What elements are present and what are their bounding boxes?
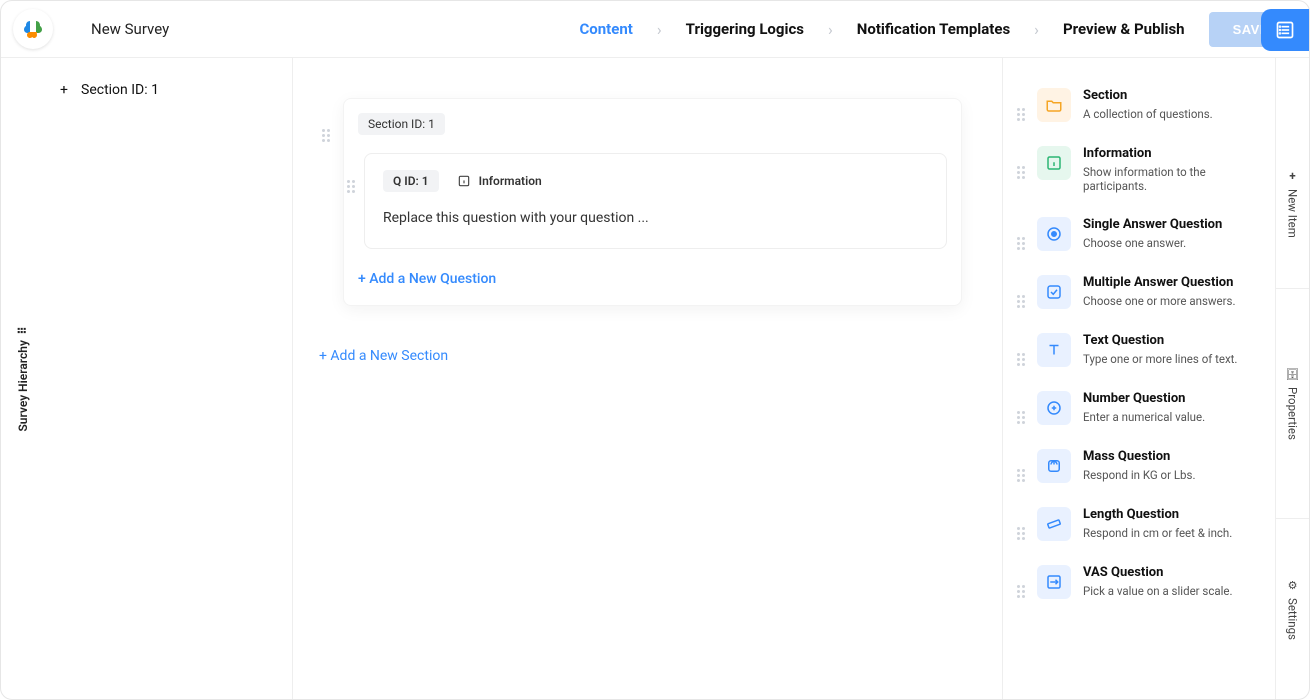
chevron-right-icon: › <box>828 20 833 39</box>
item-name: Mass Question <box>1083 449 1195 464</box>
item-desc: Show information to the participants. <box>1083 165 1263 193</box>
item-name: Section <box>1083 88 1213 103</box>
item-name: Multiple Answer Question <box>1083 275 1236 290</box>
item-name: Information <box>1083 146 1263 161</box>
item-single-answer[interactable]: Single Answer Question Choose one answer… <box>1013 205 1267 263</box>
question-type-label: Information <box>479 174 542 188</box>
hierarchy-rail-text: Survey Hierarchy <box>16 340 30 431</box>
information-icon <box>457 174 471 188</box>
section-id-pill: Section ID: 1 <box>358 113 445 135</box>
slider-icon <box>1037 565 1071 599</box>
items-panel: Section A collection of questions. Infor… <box>1003 58 1275 699</box>
item-desc: Type one or more lines of text. <box>1083 352 1237 366</box>
item-name: VAS Question <box>1083 565 1233 580</box>
item-desc: Choose one or more answers. <box>1083 294 1236 308</box>
item-name: Length Question <box>1083 507 1232 522</box>
tab-settings[interactable]: ⚙ Settings <box>1276 518 1309 699</box>
item-length-question[interactable]: Length Question Respond in cm or feet & … <box>1013 495 1267 553</box>
chevron-right-icon: › <box>657 20 662 39</box>
number-icon <box>1037 391 1071 425</box>
top-bar: New Survey Content › Triggering Logics ›… <box>1 1 1309 58</box>
item-desc: Choose one answer. <box>1083 236 1222 250</box>
folder-icon <box>1037 88 1071 122</box>
item-information[interactable]: Information Show information to the part… <box>1013 134 1267 205</box>
crumb-content[interactable]: Content <box>579 20 632 38</box>
item-vas-question[interactable]: VAS Question Pick a value on a slider sc… <box>1013 553 1267 611</box>
question-type: Information <box>457 174 542 188</box>
tab-label: Settings <box>1286 598 1300 640</box>
add-question-button[interactable]: + Add a New Question <box>358 271 496 287</box>
drag-handle-icon[interactable] <box>1017 154 1025 179</box>
tab-label: Properties <box>1286 387 1300 440</box>
brain-icon <box>21 17 45 41</box>
crumb-preview-publish[interactable]: Preview & Publish <box>1063 20 1185 38</box>
drag-handle-icon[interactable] <box>1017 515 1025 540</box>
breadcrumbs: Content › Triggering Logics › Notificati… <box>579 12 1309 47</box>
item-desc: Respond in KG or Lbs. <box>1083 468 1195 482</box>
hierarchy-row-label: Section ID: 1 <box>81 82 159 98</box>
item-multiple-answer[interactable]: Multiple Answer Question Choose one or m… <box>1013 263 1267 321</box>
tab-properties[interactable]: 🗄 Properties <box>1276 288 1309 518</box>
checklist-tab-button[interactable] <box>1261 9 1309 51</box>
plus-icon: + <box>1289 169 1295 183</box>
item-desc: Respond in cm or feet & inch. <box>1083 526 1232 540</box>
drag-handle-icon[interactable] <box>1017 96 1025 121</box>
item-name: Number Question <box>1083 391 1205 406</box>
item-name: Text Question <box>1083 333 1237 348</box>
drag-handle-icon[interactable] <box>1017 225 1025 250</box>
survey-title: New Survey <box>91 20 169 38</box>
radio-icon <box>1037 217 1071 251</box>
item-desc: A collection of questions. <box>1083 107 1213 121</box>
crumb-triggering-logics[interactable]: Triggering Logics <box>686 20 804 38</box>
question-id-pill: Q ID: 1 <box>383 170 439 192</box>
section-drag-handle[interactable] <box>322 117 330 142</box>
add-section-button[interactable]: + Add a New Section <box>319 348 448 364</box>
drag-handle-icon[interactable] <box>1017 573 1025 598</box>
ruler-icon <box>1037 507 1071 541</box>
canvas: Section ID: 1 Q ID: 1 In <box>293 58 1003 699</box>
item-number-question[interactable]: Number Question Enter a numerical value. <box>1013 379 1267 437</box>
left-rail: Survey Hierarchy ⠿ <box>1 58 45 699</box>
drag-handle-icon[interactable] <box>1017 283 1025 308</box>
item-section[interactable]: Section A collection of questions. <box>1013 76 1267 134</box>
drag-handle-icon[interactable] <box>1017 457 1025 482</box>
chevron-right-icon: › <box>1034 20 1039 39</box>
hierarchy-panel: + Section ID: 1 <box>45 58 293 699</box>
item-mass-question[interactable]: Mass Question Respond in KG or Lbs. <box>1013 437 1267 495</box>
tab-new-item[interactable]: + New Item <box>1276 58 1309 288</box>
brand-logo <box>13 9 53 49</box>
scale-icon <box>1037 449 1071 483</box>
info-icon <box>1037 146 1071 180</box>
item-text-question[interactable]: Text Question Type one or more lines of … <box>1013 321 1267 379</box>
checklist-icon <box>1275 20 1295 40</box>
text-icon <box>1037 333 1071 367</box>
tab-label: New Item <box>1286 189 1300 238</box>
item-desc: Enter a numerical value. <box>1083 410 1205 424</box>
drag-handle-icon[interactable] <box>1017 399 1025 424</box>
question-card[interactable]: Q ID: 1 Information Replace this questio… <box>364 153 947 249</box>
checkbox-icon <box>1037 275 1071 309</box>
right-rail: + New Item 🗄 Properties ⚙ Settings <box>1275 58 1309 699</box>
drag-handle-icon[interactable] <box>1017 341 1025 366</box>
question-body[interactable]: Replace this question with your question… <box>383 210 928 226</box>
properties-icon: 🗄 <box>1286 368 1300 381</box>
section-card[interactable]: Section ID: 1 Q ID: 1 In <box>343 98 962 306</box>
gear-icon: ⚙ <box>1288 579 1298 592</box>
item-desc: Pick a value on a slider scale. <box>1083 584 1233 598</box>
crumb-notification-templates[interactable]: Notification Templates <box>857 20 1010 38</box>
tree-icon: ⠿ <box>17 326 30 334</box>
survey-hierarchy-label: Survey Hierarchy ⠿ <box>16 326 30 432</box>
question-drag-handle[interactable] <box>347 168 355 193</box>
expand-icon[interactable]: + <box>57 82 71 98</box>
hierarchy-row-section-1[interactable]: + Section ID: 1 <box>55 76 282 104</box>
item-name: Single Answer Question <box>1083 217 1222 232</box>
